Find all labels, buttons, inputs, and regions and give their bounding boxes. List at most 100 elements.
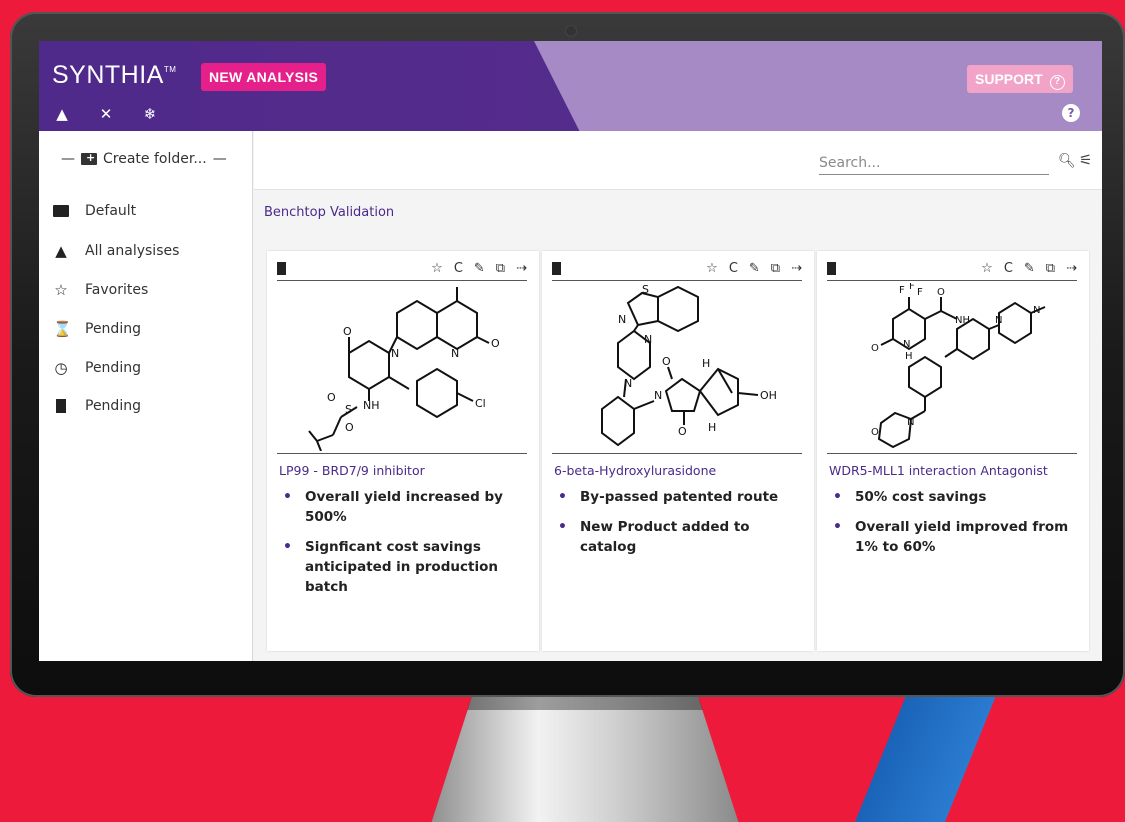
support-button[interactable]: SUPPORT ? (967, 65, 1073, 93)
sidebar-item-default[interactable]: Default (53, 203, 136, 219)
atom-label: NH (955, 315, 970, 326)
atom-label: H (905, 351, 913, 362)
highlight-item: 50% cost savings (831, 487, 1076, 507)
analysis-card[interactable]: ☆ C ✎ ⧉ ⇢ (817, 251, 1089, 651)
edit-icon[interactable]: ✎ (474, 261, 485, 276)
atom-label: S (345, 403, 352, 416)
card-divider (552, 453, 802, 454)
card-title[interactable]: WDR5-MLL1 interaction Antagonist (829, 463, 1048, 478)
top-icon-bar: ▲ ✕ ❄ (53, 105, 159, 123)
sidebar-item-favorites[interactable]: ☆ Favorites (53, 281, 148, 299)
folder-plus-icon: + (81, 152, 97, 165)
brand-logo: SYNTHIATM (52, 61, 176, 90)
edit-icon[interactable]: ✎ (1024, 261, 1035, 276)
atom-label: F (899, 285, 905, 296)
atom-label: O (871, 427, 879, 438)
atom-label: F (917, 287, 923, 298)
sidebar-item-pending-clock[interactable]: ◷ Pending (53, 359, 141, 377)
dash-left-icon: — (61, 151, 75, 167)
move-icon[interactable]: ⇢ (791, 261, 802, 276)
atom-label: Cl (475, 397, 486, 410)
atom-label: N (391, 347, 399, 360)
trash-icon (56, 399, 66, 413)
search-bar: 🔍︎ ⚟ (254, 131, 1102, 190)
app-screen: SYNTHIATM NEW ANALYSIS ▲ ✕ ❄ SUPPORT ? ?… (39, 41, 1102, 661)
atom-label: N (654, 389, 662, 402)
bell-off-icon[interactable]: ✕ (97, 105, 115, 123)
background-stripe (847, 680, 1003, 822)
sidebar-item-pending-hourglass[interactable]: ⌛ Pending (53, 320, 141, 338)
atom-label: NH (363, 399, 380, 412)
sidebar-item-label: All analysises (85, 243, 180, 259)
analysis-card[interactable]: ☆ C ✎ ⧉ ⇢ (267, 251, 539, 651)
atom-label: OH (760, 389, 777, 402)
breadcrumb[interactable]: Benchtop Validation (264, 205, 394, 220)
sidebar-item-label: Favorites (85, 282, 149, 298)
home-icon[interactable]: ▲ (53, 105, 71, 123)
atom-label: S (642, 283, 649, 296)
highlight-item: By-passed patented route (556, 487, 801, 507)
sidebar: — + Create folder... — Default ▲ All ana… (39, 131, 253, 661)
atom-label: O (327, 391, 336, 404)
molecule-structure: F F F O NH N N O N H N O (871, 283, 1046, 449)
atom-label: F (909, 283, 915, 292)
trademark: TM (163, 65, 177, 74)
refresh-icon[interactable]: C (454, 261, 463, 276)
trash-icon[interactable] (552, 262, 561, 275)
sidebar-item-all-analyses[interactable]: ▲ All analysises (53, 242, 179, 260)
hourglass-icon: ⌛ (53, 320, 72, 338)
search-input[interactable] (819, 151, 1049, 175)
atom-label: O (491, 337, 500, 350)
help-circle-icon: ? (1049, 75, 1065, 90)
help-icon[interactable]: ? (1062, 104, 1080, 122)
export-icon[interactable]: ⧉ (771, 261, 780, 276)
export-icon[interactable]: ⧉ (496, 261, 505, 276)
star-icon[interactable]: ☆ (431, 261, 443, 276)
edit-icon[interactable]: ✎ (749, 261, 760, 276)
sidebar-item-pending-trash[interactable]: Pending (53, 398, 141, 414)
card-title[interactable]: LP99 - BRD7/9 inhibitor (279, 463, 425, 478)
atom-label: N (644, 333, 652, 346)
atom-label: N (451, 347, 459, 360)
refresh-icon[interactable]: C (1004, 261, 1013, 276)
sidebar-item-label: Pending (85, 360, 141, 376)
trash-icon[interactable] (277, 262, 286, 275)
camera-icon (566, 26, 576, 36)
create-folder-button[interactable]: — + Create folder... — (61, 151, 227, 167)
sidebar-item-label: Pending (85, 398, 141, 414)
analysis-card[interactable]: ☆ C ✎ ⧉ ⇢ (542, 251, 814, 651)
atom-label: N (618, 313, 626, 326)
card-toolbar: ☆ C ✎ ⧉ ⇢ (552, 257, 802, 281)
highlight-item: Overall yield improved from 1% to 60% (831, 517, 1076, 557)
card-tools: ☆ C ✎ ⧉ ⇢ (981, 261, 1077, 276)
filter-icon[interactable]: ⚟ (1079, 151, 1092, 169)
molecule-structure: S N N N N O O H H OH (601, 283, 777, 447)
atom-label: O (662, 355, 671, 368)
atom-label: N (624, 377, 632, 390)
card-divider (827, 453, 1077, 454)
new-analysis-button[interactable]: NEW ANALYSIS (201, 63, 327, 91)
sidebar-item-label: Pending (85, 321, 141, 337)
move-icon[interactable]: ⇢ (516, 261, 527, 276)
star-icon[interactable]: ☆ (706, 261, 718, 276)
card-toolbar: ☆ C ✎ ⧉ ⇢ (827, 257, 1077, 281)
refresh-icon[interactable]: C (729, 261, 738, 276)
brand-name: SYNTHIA (52, 61, 164, 89)
card-highlights: 50% cost savings Overall yield improved … (831, 487, 1076, 567)
atom-label: O (937, 287, 945, 298)
atom-label: N (995, 315, 1002, 326)
atom-label: O (678, 425, 687, 438)
card-title[interactable]: 6-beta-Hydroxylurasidone (554, 463, 716, 478)
highlight-item: New Product added to catalog (556, 517, 801, 557)
star-icon[interactable]: ☆ (981, 261, 993, 276)
move-icon[interactable]: ⇢ (1066, 261, 1077, 276)
export-icon[interactable]: ⧉ (1046, 261, 1055, 276)
card-highlights: Overall yield increased by 500% Signfica… (281, 487, 526, 607)
atom-label: N (907, 417, 914, 428)
clock-icon: ◷ (54, 359, 68, 377)
dash-right-icon: — (212, 151, 227, 167)
trash-icon[interactable] (827, 262, 836, 275)
search-icon[interactable]: 🔍︎ (1058, 153, 1076, 169)
monitor-stand (430, 692, 740, 822)
snowflake-icon[interactable]: ❄ (141, 105, 159, 123)
